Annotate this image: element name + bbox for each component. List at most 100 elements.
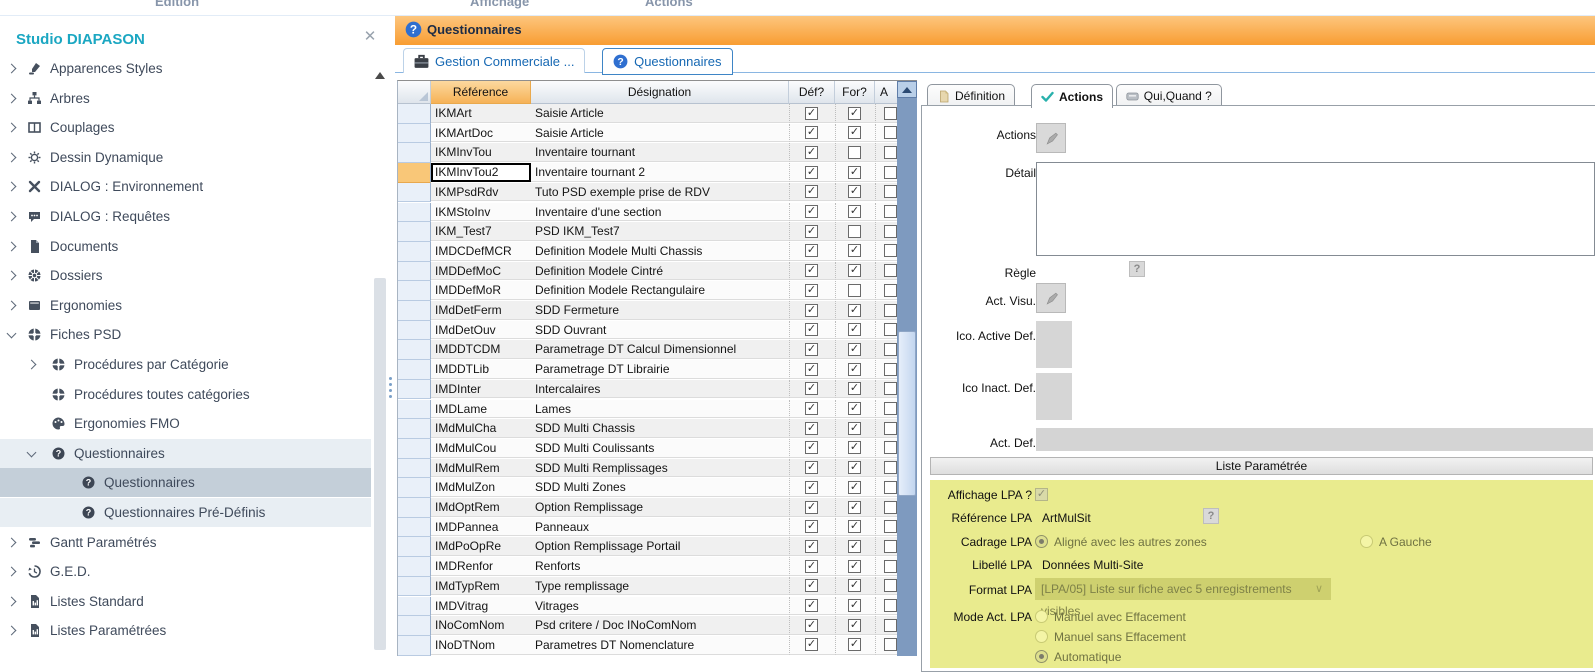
row-selector[interactable]: [398, 557, 431, 577]
cell-reference[interactable]: IMdPoOpRe: [431, 537, 531, 556]
cell-designation[interactable]: Psd critere / Doc INoComNom: [531, 616, 789, 635]
regle-help-button[interactable]: ?: [1129, 261, 1145, 277]
cell-for-checkbox[interactable]: [848, 284, 861, 297]
cell-def[interactable]: ✓: [789, 616, 835, 635]
table-row-IMDDefMoC[interactable]: IMDDefMoCDefinition Modele Cintré✓✓: [398, 262, 897, 282]
menu-affichage[interactable]: Affichage: [470, 0, 529, 9]
cell-for-checkbox[interactable]: ✓: [848, 501, 861, 514]
cell-def[interactable]: ✓: [789, 380, 835, 399]
cell-def[interactable]: ✓: [789, 419, 835, 438]
cell-a-checkbox[interactable]: [884, 323, 897, 336]
cell-def[interactable]: ✓: [789, 143, 835, 162]
cell-def[interactable]: ✓: [789, 597, 835, 616]
cell-a-checkbox[interactable]: [884, 619, 897, 632]
cell-a-checkbox[interactable]: [884, 441, 897, 454]
table-scrollbar[interactable]: [897, 81, 917, 656]
cell-for[interactable]: ✓: [835, 518, 875, 537]
row-selector[interactable]: [398, 616, 431, 636]
cell-designation[interactable]: Definition Modele Rectangulaire: [531, 281, 789, 300]
cell-a-checkbox[interactable]: [884, 126, 897, 139]
sidebar-item-listes-parametrees[interactable]: Listes Paramétrées: [0, 616, 371, 645]
table-row-IMDDTLib[interactable]: IMDDTLibParametrage DT Librairie✓✓: [398, 360, 897, 380]
row-selector[interactable]: [398, 222, 431, 242]
actions-button[interactable]: [1036, 123, 1066, 153]
cell-designation[interactable]: SDD Multi Zones: [531, 478, 789, 497]
cell-a-checkbox[interactable]: [884, 244, 897, 257]
sidebar-scrollbar[interactable]: [372, 70, 389, 655]
cell-def[interactable]: ✓: [789, 183, 835, 202]
cell-a-checkbox[interactable]: [884, 520, 897, 533]
cell-for[interactable]: [835, 281, 875, 300]
cell-for-checkbox[interactable]: ✓: [848, 304, 861, 317]
sidebar-item-questionnaires-pre-definis[interactable]: ?Questionnaires Pré-Définis: [0, 498, 371, 527]
table-row-IMdDetOuv[interactable]: IMdDetOuvSDD Ouvrant✓✓: [398, 321, 897, 341]
chevron-right-icon[interactable]: [7, 567, 17, 577]
cell-for[interactable]: ✓: [835, 597, 875, 616]
cell-a[interactable]: [875, 537, 897, 556]
cell-for[interactable]: ✓: [835, 400, 875, 419]
cell-def-checkbox[interactable]: ✓: [805, 540, 818, 553]
sidebar-item-ergonomies[interactable]: Ergonomies: [0, 291, 371, 320]
cell-a[interactable]: [875, 459, 897, 478]
cell-def-checkbox[interactable]: ✓: [805, 441, 818, 454]
row-selector[interactable]: [398, 419, 431, 439]
cell-def-checkbox[interactable]: ✓: [805, 619, 818, 632]
cell-a[interactable]: [875, 380, 897, 399]
cell-for[interactable]: ✓: [835, 360, 875, 379]
cell-reference[interactable]: IMdTypRem: [431, 577, 531, 596]
cell-def[interactable]: ✓: [789, 124, 835, 143]
table-row-IKM_Test7[interactable]: IKM_Test7PSD IKM_Test7✓: [398, 222, 897, 242]
table-row-INoDTNom[interactable]: INoDTNomParametres DT Nomenclature✓✓: [398, 636, 897, 656]
cell-a-checkbox[interactable]: [884, 107, 897, 120]
cell-for-checkbox[interactable]: ✓: [848, 205, 861, 218]
cell-a[interactable]: [875, 183, 897, 202]
tab-questionnaires[interactable]: ?Questionnaires: [602, 48, 732, 75]
cell-reference[interactable]: IMdMulRem: [431, 459, 531, 478]
row-selector[interactable]: [398, 636, 431, 656]
cell-a[interactable]: [875, 636, 897, 655]
mode-automatique-radio[interactable]: [1035, 650, 1048, 663]
cell-designation[interactable]: Tuto PSD exemple prise de RDV: [531, 183, 789, 202]
cell-a[interactable]: [875, 163, 897, 182]
sidebar-item-procedures-toutes-categories[interactable]: Procédures toutes catégories: [0, 380, 371, 409]
cell-def-checkbox[interactable]: ✓: [805, 304, 818, 317]
cell-def[interactable]: ✓: [789, 577, 835, 596]
cell-reference[interactable]: IMDDefMoC: [431, 262, 531, 281]
table-row-IMDDTCDM[interactable]: IMDDTCDMParametrage DT Calcul Dimensionn…: [398, 340, 897, 360]
sidebar-item-dialog-requetes[interactable]: DIALOG : Requêtes: [0, 202, 371, 231]
cell-a-checkbox[interactable]: [884, 205, 897, 218]
cell-for-checkbox[interactable]: ✓: [848, 461, 861, 474]
cell-for[interactable]: ✓: [835, 301, 875, 320]
cell-def[interactable]: ✓: [789, 262, 835, 281]
cell-for[interactable]: ✓: [835, 537, 875, 556]
table-row-IMDLame[interactable]: IMDLameLames✓✓: [398, 400, 897, 420]
cell-def[interactable]: ✓: [789, 163, 835, 182]
cell-designation[interactable]: Renforts: [531, 557, 789, 576]
table-row-IMdDetFerm[interactable]: IMdDetFermSDD Fermeture✓✓: [398, 301, 897, 321]
cell-a-checkbox[interactable]: [884, 185, 897, 198]
table-row-IMdMulRem[interactable]: IMdMulRemSDD Multi Remplissages✓✓: [398, 459, 897, 479]
cell-for-checkbox[interactable]: ✓: [848, 619, 861, 632]
cell-designation[interactable]: Vitrages: [531, 597, 789, 616]
cell-a-checkbox[interactable]: [884, 638, 897, 651]
cell-for-checkbox[interactable]: ✓: [848, 382, 861, 395]
row-selector[interactable]: [398, 498, 431, 518]
column-header-def[interactable]: Déf?: [789, 81, 835, 104]
cell-def[interactable]: ✓: [789, 321, 835, 340]
cell-def[interactable]: ✓: [789, 537, 835, 556]
cell-for[interactable]: ✓: [835, 183, 875, 202]
cell-for-checkbox[interactable]: ✓: [848, 166, 861, 179]
cell-designation[interactable]: PSD IKM_Test7: [531, 222, 789, 241]
cell-a[interactable]: [875, 597, 897, 616]
cell-def[interactable]: ✓: [789, 104, 835, 123]
cell-designation[interactable]: Type remplissage: [531, 577, 789, 596]
column-header-for[interactable]: For?: [835, 81, 875, 104]
row-selector[interactable]: [398, 597, 431, 617]
cell-def-checkbox[interactable]: ✓: [805, 599, 818, 612]
cell-def-checkbox[interactable]: ✓: [805, 107, 818, 120]
cell-for[interactable]: [835, 222, 875, 241]
cell-for-checkbox[interactable]: ✓: [848, 402, 861, 415]
cell-reference[interactable]: IMDDTLib: [431, 360, 531, 379]
act-visu-button[interactable]: [1036, 283, 1066, 313]
cell-for[interactable]: ✓: [835, 419, 875, 438]
